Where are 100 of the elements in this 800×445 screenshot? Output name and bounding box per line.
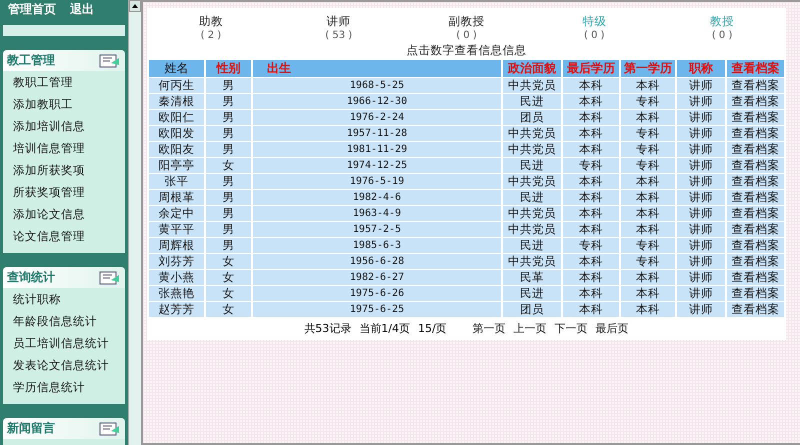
sidebar-item[interactable]: 所获奖项管理 <box>3 181 125 203</box>
table-cell: 本科 <box>621 78 675 93</box>
table-cell: 团员 <box>503 110 561 125</box>
view-record-link[interactable]: 查看档案 <box>732 222 780 236</box>
table-cell: 讲师 <box>677 254 725 269</box>
table-cell: 讲师 <box>677 222 725 237</box>
table-cell: 本科 <box>621 286 675 301</box>
view-record-link[interactable]: 查看档案 <box>732 110 780 124</box>
sidebar-item[interactable]: 添加教职工 <box>3 93 125 115</box>
table-cell: 讲师 <box>677 174 725 189</box>
table-cell: 中共党员 <box>503 126 561 141</box>
table-cell: 欧阳仁 <box>149 110 204 125</box>
view-record-link[interactable]: 查看档案 <box>732 78 780 92</box>
table-cell: 讲师 <box>677 190 725 205</box>
sidebar-item[interactable]: 年龄段信息统计 <box>3 310 125 332</box>
view-record-link[interactable]: 查看档案 <box>732 270 780 284</box>
sidebar-item[interactable]: 培训信息管理 <box>3 137 125 159</box>
page-link[interactable]: 下一页 <box>554 321 588 336</box>
table-cell: 张平 <box>149 174 204 189</box>
view-record-link[interactable]: 查看档案 <box>732 94 780 108</box>
table-cell: 专科 <box>563 158 619 173</box>
table-cell: 本科 <box>621 110 675 125</box>
view-record-link[interactable]: 查看档案 <box>732 254 780 268</box>
table-cell: 民进 <box>503 94 561 109</box>
table-cell: 本科 <box>621 302 675 317</box>
note-icon <box>99 270 121 284</box>
stat-count-link[interactable]: ( 0 ) <box>712 30 732 41</box>
table-cell: 讲师 <box>677 286 725 301</box>
view-record-link[interactable]: 查看档案 <box>732 142 780 156</box>
table-cell: 民进 <box>503 190 561 205</box>
table-cell: 专科 <box>621 126 675 141</box>
table-cell: 中共党员 <box>503 222 561 237</box>
table-cell: 男 <box>206 190 251 205</box>
table-cell: 1963-4-9 <box>253 206 501 221</box>
page-link[interactable]: 第一页 <box>472 321 506 336</box>
sidebar-item[interactable]: 统计职称 <box>3 288 125 310</box>
table-cell: 黄平平 <box>149 222 204 237</box>
column-header: 第一学历 <box>621 60 675 77</box>
stat-count-link[interactable]: ( 53 ) <box>325 30 352 41</box>
table-cell: 周辉根 <box>149 238 204 253</box>
table-cell: 男 <box>206 142 251 157</box>
table-cell: 讲师 <box>677 206 725 221</box>
table-cell: 本科 <box>563 302 619 317</box>
table-cell: 讲师 <box>677 94 725 109</box>
section-title: 教工管理 <box>7 52 55 69</box>
stat-count-link[interactable]: ( 2 ) <box>200 30 222 41</box>
page-link[interactable]: 最后页 <box>596 321 629 336</box>
column-header: 查看档案 <box>727 60 784 77</box>
table-cell: 1982-4-6 <box>253 190 501 205</box>
table-cell: 女 <box>206 254 251 269</box>
stat-count-link[interactable]: ( 0 ) <box>456 30 477 41</box>
table-cell: 周根革 <box>149 190 204 205</box>
table-cell: 女 <box>206 286 251 301</box>
table-cell: 男 <box>206 174 251 189</box>
nav-link[interactable]: 管理首页 <box>8 1 56 18</box>
page-link[interactable]: 上一页 <box>514 321 547 336</box>
view-record-link[interactable]: 查看档案 <box>732 126 780 140</box>
view-record-link[interactable]: 查看档案 <box>732 190 780 204</box>
sidebar-item[interactable]: 添加论文信息 <box>3 203 125 225</box>
table-cell: 余定中 <box>149 206 204 221</box>
table-cell: 本科 <box>621 174 675 189</box>
sidebar-item[interactable]: 添加所获奖项 <box>3 159 125 181</box>
table-cell: 本科 <box>563 222 619 237</box>
stat-count-link[interactable]: ( 0 ) <box>584 30 605 41</box>
nav-link[interactable]: 退出 <box>70 1 94 18</box>
column-header: 性别 <box>206 60 251 77</box>
table-cell: 1966-12-30 <box>253 94 501 109</box>
sidebar-item[interactable]: 添加培训信息 <box>3 115 125 137</box>
table-cell: 讲师 <box>677 142 725 157</box>
view-record-link[interactable]: 查看档案 <box>732 238 780 252</box>
table-cell: 1956-6-28 <box>253 254 501 269</box>
table-cell: 1981-11-29 <box>253 142 501 157</box>
view-record-link[interactable]: 查看档案 <box>732 206 780 220</box>
table-cell: 男 <box>206 126 251 141</box>
column-header: 出生 <box>253 60 501 77</box>
table-cell: 1957-2-5 <box>253 222 501 237</box>
sidebar-item[interactable]: 发表论文信息统计 <box>3 354 125 376</box>
table-cell: 本科 <box>621 222 675 237</box>
sidebar-item[interactable]: 教职工管理 <box>3 71 125 93</box>
view-record-link[interactable]: 查看档案 <box>732 174 780 188</box>
sidebar-item[interactable]: 论文信息管理 <box>3 225 125 247</box>
table-cell: 专科 <box>621 142 675 157</box>
view-record-link[interactable]: 查看档案 <box>732 286 780 300</box>
table-cell: 本科 <box>563 286 619 301</box>
view-record-link[interactable]: 查看档案 <box>732 302 780 316</box>
pagination-info: 共53记录 <box>304 321 352 336</box>
column-header: 最后学历 <box>563 60 619 77</box>
sidebar-item[interactable]: 员工培训信息统计 <box>3 332 125 354</box>
view-record-link[interactable]: 查看档案 <box>732 158 780 172</box>
table-cell: 黄小燕 <box>149 270 204 285</box>
stat-label: 副教授 <box>448 14 484 29</box>
table-cell: 讲师 <box>677 158 725 173</box>
table-cell: 张燕艳 <box>149 286 204 301</box>
stat-label: 教授 <box>710 14 734 29</box>
up-arrow-icon[interactable] <box>132 4 138 8</box>
scrollbar[interactable] <box>128 0 141 445</box>
stat-label: 特级 <box>582 14 606 29</box>
table-cell: 讲师 <box>677 126 725 141</box>
sidebar-item[interactable]: 学历信息统计 <box>3 376 125 398</box>
table-cell: 团员 <box>503 302 561 317</box>
